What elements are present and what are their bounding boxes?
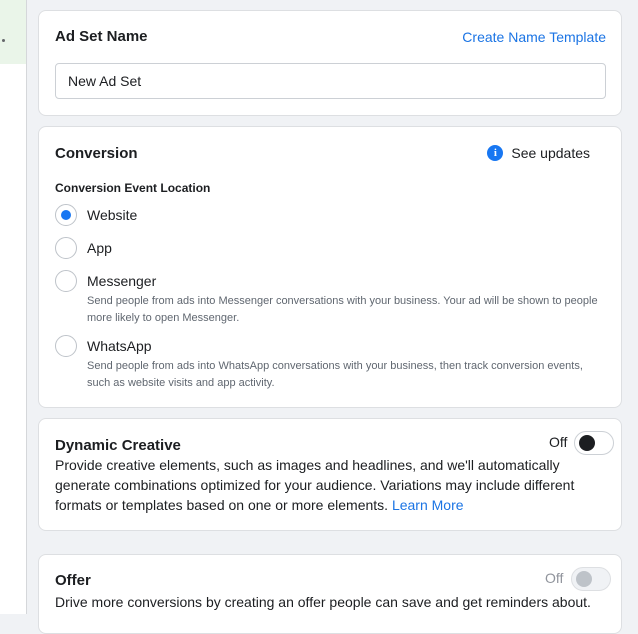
conversion-card: Conversion i See updates Conversion Even… bbox=[38, 126, 622, 408]
messenger-radio[interactable] bbox=[55, 270, 77, 292]
whatsapp-label: WhatsApp bbox=[87, 338, 152, 354]
conversion-event-location-label: Conversion Event Location bbox=[55, 181, 211, 195]
radio-option-messenger[interactable]: Messenger bbox=[55, 270, 156, 292]
offer-card: Offer Off Drive more conversions by crea… bbox=[38, 554, 622, 634]
see-updates-button[interactable]: i See updates bbox=[487, 145, 590, 161]
left-navigation-rail bbox=[0, 0, 27, 614]
info-icon: i bbox=[487, 145, 504, 161]
toggle-knob bbox=[579, 435, 595, 451]
dynamic-creative-toggle[interactable] bbox=[574, 431, 614, 455]
messenger-description: Send people from ads into Messenger conv… bbox=[87, 295, 598, 324]
ad-set-name-title: Ad Set Name bbox=[55, 28, 148, 45]
app-label: App bbox=[87, 240, 112, 256]
dynamic-creative-description: Provide creative elements, such as image… bbox=[55, 455, 595, 515]
offer-description: Drive more conversions by creating an of… bbox=[55, 594, 591, 610]
conversion-title: Conversion bbox=[55, 145, 138, 162]
create-name-template-link[interactable]: Create Name Template bbox=[462, 29, 606, 45]
dynamic-creative-toggle-label: Off bbox=[549, 434, 568, 450]
radio-option-app[interactable]: App bbox=[55, 237, 112, 259]
nav-dot-icon bbox=[2, 39, 5, 42]
radio-option-website[interactable]: Website bbox=[55, 204, 137, 226]
radio-option-whatsapp[interactable]: WhatsApp bbox=[55, 335, 152, 357]
whatsapp-radio[interactable] bbox=[55, 335, 77, 357]
messenger-label: Messenger bbox=[87, 273, 157, 289]
offer-toggle[interactable] bbox=[571, 567, 611, 591]
selected-nav-item[interactable] bbox=[0, 0, 26, 64]
dynamic-creative-card: Dynamic Creative Off Provide creative el… bbox=[38, 418, 622, 531]
ad-set-name-card: Ad Set Name Create Name Template bbox=[38, 10, 622, 116]
see-updates-label: See updates bbox=[511, 145, 590, 161]
app-radio[interactable] bbox=[55, 237, 77, 259]
toggle-knob bbox=[576, 571, 592, 587]
offer-title: Offer bbox=[55, 572, 91, 589]
website-label: Website bbox=[87, 207, 138, 223]
whatsapp-description: Send people from ads into WhatsApp conve… bbox=[87, 360, 583, 389]
offer-toggle-label: Off bbox=[545, 570, 564, 586]
website-radio[interactable] bbox=[55, 204, 77, 226]
dynamic-creative-description-text: Provide creative elements, such as image… bbox=[55, 457, 575, 513]
dynamic-creative-title: Dynamic Creative bbox=[55, 437, 181, 454]
ad-set-name-input[interactable] bbox=[55, 63, 606, 99]
learn-more-link[interactable]: Learn More bbox=[392, 497, 464, 513]
